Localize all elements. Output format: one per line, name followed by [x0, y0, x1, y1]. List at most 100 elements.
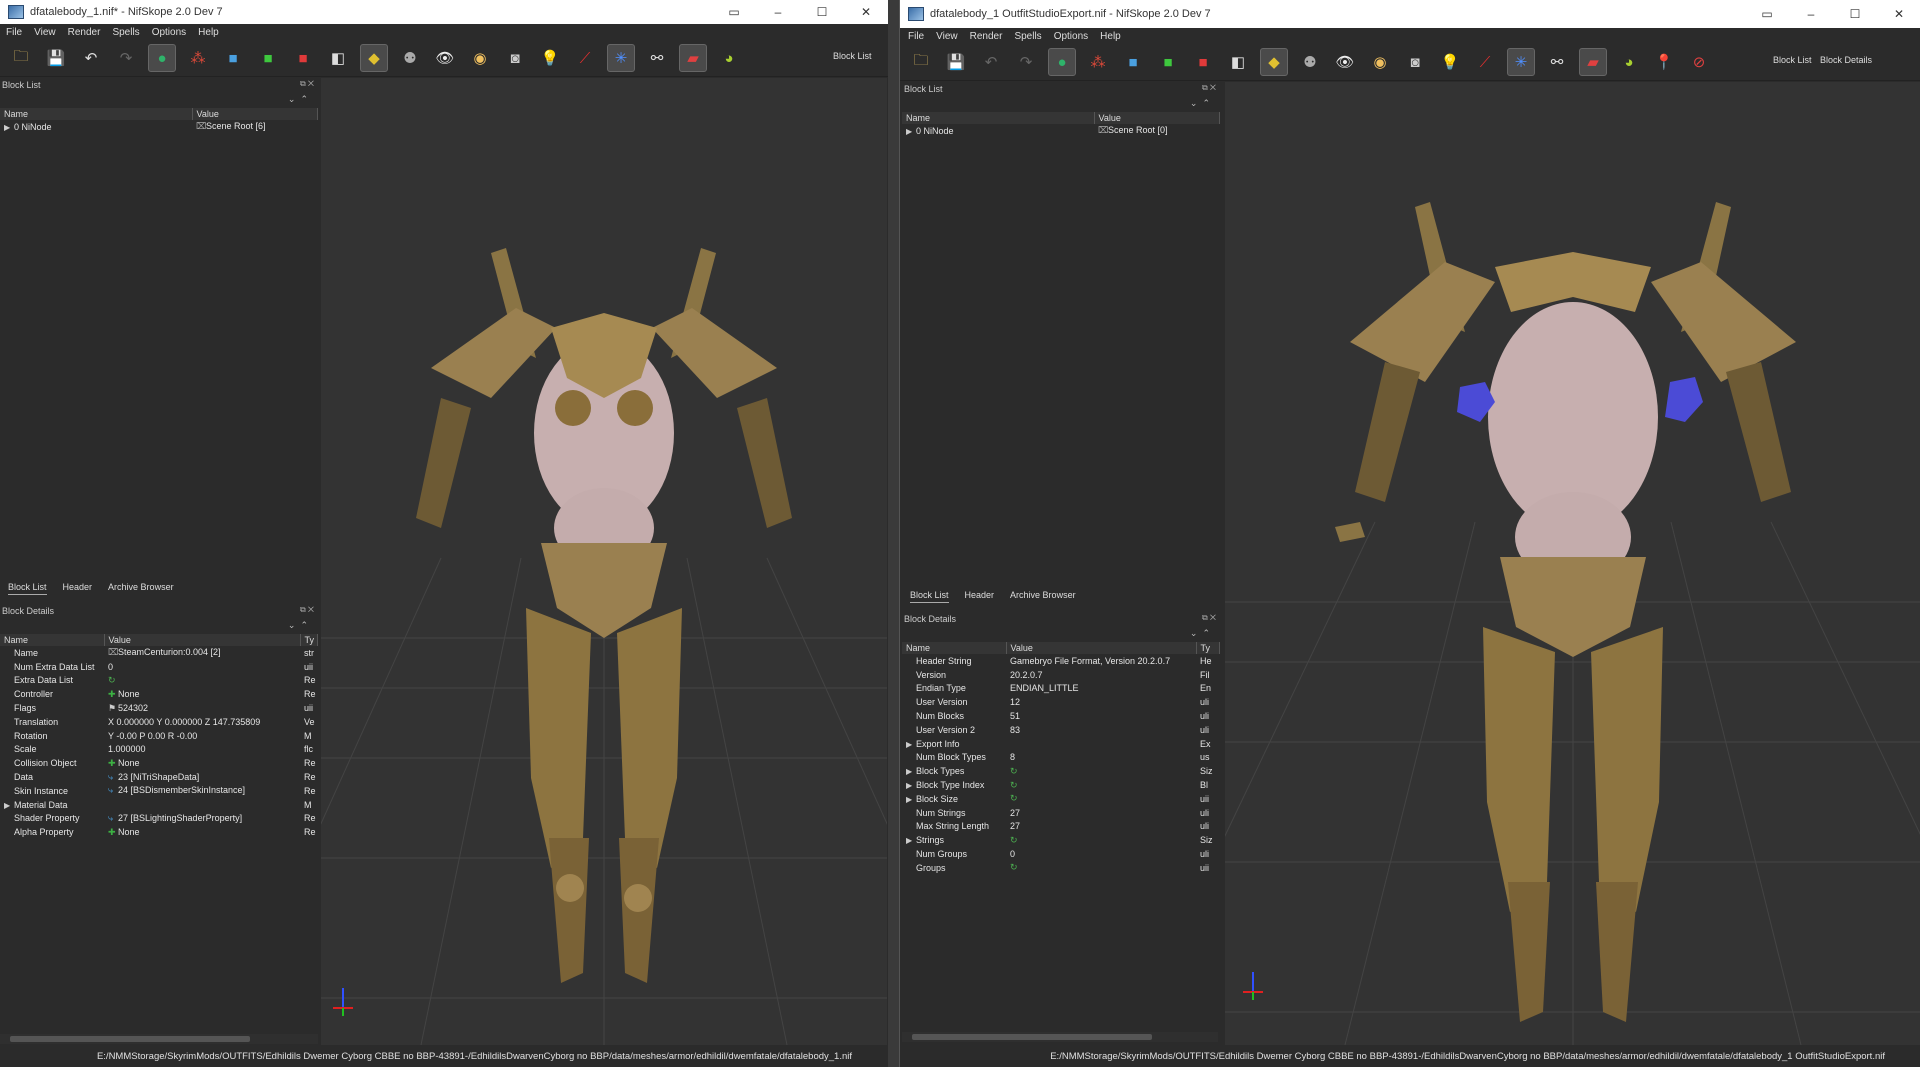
toolbar-block-list-label[interactable]: Block List: [833, 51, 872, 61]
snap-icon[interactable]: ▭: [712, 5, 756, 19]
nodes-icon[interactable]: ⁂: [185, 45, 211, 71]
table-row[interactable]: ▶ 0 NiNode ⌧Scene Root [0]: [902, 124, 1220, 138]
menu-help[interactable]: Help: [1100, 31, 1121, 42]
view-front-icon[interactable]: ■: [1155, 49, 1181, 75]
panel-float-close-icon[interactable]: ⧉ ✕: [1202, 613, 1216, 623]
screenshot-icon[interactable]: ◙: [1402, 49, 1428, 75]
lightbulb-icon[interactable]: 💡: [1437, 49, 1463, 75]
view-flip-icon[interactable]: ◧: [325, 45, 351, 71]
location-marker-icon[interactable]: 📍: [1651, 49, 1677, 75]
table-row[interactable]: Scale 1.000000 flc: [0, 743, 318, 757]
close-button[interactable]: ✕: [844, 5, 888, 19]
menu-options[interactable]: Options: [152, 27, 186, 38]
view-front-icon[interactable]: ■: [255, 45, 281, 71]
table-row[interactable]: Max String Length 27 uli: [902, 820, 1220, 834]
view-side-icon[interactable]: ■: [290, 45, 316, 71]
walk-icon[interactable]: ⚉: [1297, 49, 1323, 75]
lightbulb-icon[interactable]: 💡: [537, 45, 563, 71]
eye-hidden-icon[interactable]: ◉: [467, 45, 493, 71]
eraser-icon[interactable]: ▰: [1579, 48, 1607, 76]
table-row[interactable]: Num Extra Data List 0 uii: [0, 660, 318, 674]
expand-arrow-icon[interactable]: ▶: [4, 801, 14, 810]
table-row[interactable]: ▶ Block Types ↻ Siz: [902, 764, 1220, 778]
title-bar[interactable]: dfatalebody_1 OutfitStudioExport.nif - N…: [900, 0, 1920, 28]
table-row[interactable]: Rotation Y -0.00 P 0.00 R -0.00 M: [0, 729, 318, 743]
column-header[interactable]: Value: [1094, 112, 1220, 124]
save-icon[interactable]: 💾: [943, 49, 969, 75]
table-row[interactable]: User Version 2 83 uli: [902, 723, 1220, 737]
table-row[interactable]: Version 20.2.0.7 Fil: [902, 668, 1220, 682]
minimize-button[interactable]: –: [1789, 7, 1833, 21]
redo-icon[interactable]: ↷: [113, 45, 139, 71]
table-row[interactable]: Extra Data List ↻ Re: [0, 674, 318, 688]
table-row[interactable]: Controller ✚ None Re: [0, 687, 318, 701]
close-button[interactable]: ✕: [1877, 7, 1920, 21]
table-row[interactable]: Translation X 0.000000 Y 0.000000 Z 147.7…: [0, 715, 318, 729]
horizontal-scrollbar[interactable]: [0, 1034, 318, 1044]
eraser-icon[interactable]: ▰: [679, 44, 707, 72]
menu-spells[interactable]: Spells: [1014, 31, 1041, 42]
table-row[interactable]: Num Blocks 51 uli: [902, 709, 1220, 723]
menu-render[interactable]: Render: [68, 27, 101, 38]
save-icon[interactable]: 💾: [43, 45, 69, 71]
tab-block-list[interactable]: Block List: [8, 582, 47, 595]
expand-arrow-icon[interactable]: ▶: [906, 740, 916, 749]
column-header[interactable]: Ty: [300, 634, 318, 646]
expand-arrow-icon[interactable]: ▶: [906, 127, 916, 136]
undo-icon[interactable]: ↶: [978, 49, 1004, 75]
maximize-button[interactable]: ☐: [1833, 7, 1877, 21]
expand-arrow-icon[interactable]: ▶: [906, 767, 916, 776]
maximize-button[interactable]: ☐: [800, 5, 844, 19]
snap-icon[interactable]: ▭: [1745, 7, 1789, 21]
menu-file[interactable]: File: [908, 31, 924, 42]
menu-render[interactable]: Render: [970, 31, 1003, 42]
tab-block-list[interactable]: Block List: [910, 590, 949, 603]
3d-viewport[interactable]: [321, 78, 887, 1045]
select-object-icon[interactable]: ●: [148, 44, 176, 72]
table-row[interactable]: ▶ Material Data M: [0, 798, 318, 812]
skeleton-icon[interactable]: ⚯: [1544, 49, 1570, 75]
table-row[interactable]: Num Block Types 8 us: [902, 751, 1220, 765]
table-row[interactable]: Header String Gamebryo File Format, Versi…: [902, 654, 1220, 668]
column-header[interactable]: Name: [0, 108, 193, 120]
pin-icon[interactable]: ⟋: [1472, 49, 1498, 75]
pin-icon[interactable]: ⟋: [572, 45, 598, 71]
collapse-expand-icon[interactable]: ⌄ ⌃: [0, 94, 318, 108]
collapse-expand-icon[interactable]: ⌄ ⌃: [902, 628, 1220, 642]
table-row[interactable]: Flags ⚑ 524302 uii: [0, 701, 318, 715]
undo-icon[interactable]: ↶: [78, 45, 104, 71]
column-header[interactable]: Name: [0, 634, 105, 646]
column-header[interactable]: Value: [1006, 642, 1197, 654]
open-folder-icon[interactable]: 🗀: [908, 49, 934, 75]
table-row[interactable]: ▶ Block Size ↻ uii: [902, 792, 1220, 806]
collapse-expand-icon[interactable]: ⌄ ⌃: [902, 98, 1220, 112]
panel-float-close-icon[interactable]: ⧉ ✕: [300, 79, 314, 89]
table-row[interactable]: Alpha Property ✚ None Re: [0, 825, 318, 839]
view-flip-icon[interactable]: ◧: [1225, 49, 1251, 75]
skeleton-icon[interactable]: ⚯: [644, 45, 670, 71]
tab-header[interactable]: Header: [63, 582, 93, 595]
table-row[interactable]: Groups ↻ uii: [902, 861, 1220, 875]
walk-icon[interactable]: ⚉: [397, 45, 423, 71]
table-row[interactable]: ▶ Export Info Ex: [902, 737, 1220, 751]
expand-arrow-icon[interactable]: ▶: [4, 123, 14, 132]
table-row[interactable]: Endian Type ENDIAN_LITTLE En: [902, 682, 1220, 696]
menu-spells[interactable]: Spells: [112, 27, 139, 38]
menu-options[interactable]: Options: [1054, 31, 1088, 42]
screenshot-icon[interactable]: ◙: [502, 45, 528, 71]
no-edit-icon[interactable]: ⊘: [1686, 49, 1712, 75]
view-perspective-icon[interactable]: ◆: [360, 44, 388, 72]
timer-icon[interactable]: ◕: [1616, 49, 1642, 75]
collapse-expand-icon[interactable]: ⌄ ⌃: [0, 620, 318, 634]
column-header[interactable]: Ty: [1196, 642, 1220, 654]
table-row[interactable]: User Version 12 uli: [902, 695, 1220, 709]
toolbar-block-details-label[interactable]: Block Details: [1820, 55, 1872, 65]
table-row[interactable]: Skin Instance ⤷ 24 [BSDismemberSkinInstanc…: [0, 784, 318, 798]
view-top-icon[interactable]: ■: [1120, 49, 1146, 75]
horizontal-scrollbar[interactable]: [902, 1032, 1218, 1042]
eye-icon[interactable]: 👁: [432, 45, 458, 71]
select-object-icon[interactable]: ●: [1048, 48, 1076, 76]
menu-file[interactable]: File: [6, 27, 22, 38]
table-row[interactable]: Collision Object ✚ None Re: [0, 756, 318, 770]
table-row[interactable]: Num Strings 27 uli: [902, 806, 1220, 820]
